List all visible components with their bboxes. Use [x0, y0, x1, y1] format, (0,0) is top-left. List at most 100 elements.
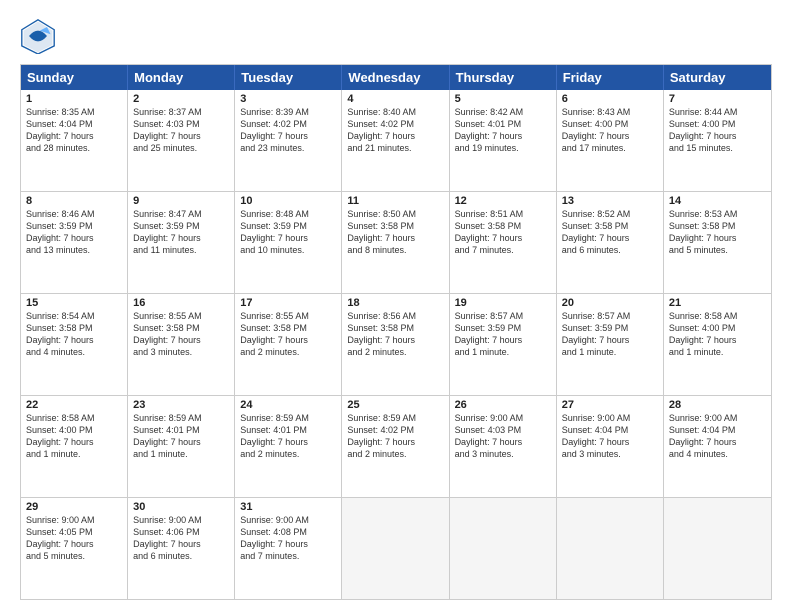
page: SundayMondayTuesdayWednesdayThursdayFrid… — [0, 0, 792, 612]
header — [20, 18, 772, 54]
day-info: Sunrise: 9:00 AM Sunset: 4:03 PM Dayligh… — [455, 412, 551, 461]
day-cell-26: 26Sunrise: 9:00 AM Sunset: 4:03 PM Dayli… — [450, 396, 557, 497]
day-cell-31: 31Sunrise: 9:00 AM Sunset: 4:08 PM Dayli… — [235, 498, 342, 599]
week-row-5: 29Sunrise: 9:00 AM Sunset: 4:05 PM Dayli… — [21, 497, 771, 599]
day-info: Sunrise: 8:55 AM Sunset: 3:58 PM Dayligh… — [133, 310, 229, 359]
week-row-1: 1Sunrise: 8:35 AM Sunset: 4:04 PM Daylig… — [21, 90, 771, 191]
day-info: Sunrise: 9:00 AM Sunset: 4:08 PM Dayligh… — [240, 514, 336, 563]
day-number: 12 — [455, 195, 551, 207]
day-cell-25: 25Sunrise: 8:59 AM Sunset: 4:02 PM Dayli… — [342, 396, 449, 497]
day-number: 1 — [26, 93, 122, 105]
day-number: 4 — [347, 93, 443, 105]
header-day-thursday: Thursday — [450, 65, 557, 90]
empty-cell — [342, 498, 449, 599]
day-cell-30: 30Sunrise: 9:00 AM Sunset: 4:06 PM Dayli… — [128, 498, 235, 599]
day-number: 19 — [455, 297, 551, 309]
day-info: Sunrise: 8:44 AM Sunset: 4:00 PM Dayligh… — [669, 106, 766, 155]
day-number: 27 — [562, 399, 658, 411]
day-info: Sunrise: 8:54 AM Sunset: 3:58 PM Dayligh… — [26, 310, 122, 359]
day-info: Sunrise: 8:55 AM Sunset: 3:58 PM Dayligh… — [240, 310, 336, 359]
logo — [20, 18, 60, 54]
day-cell-14: 14Sunrise: 8:53 AM Sunset: 3:58 PM Dayli… — [664, 192, 771, 293]
day-number: 29 — [26, 501, 122, 513]
day-cell-17: 17Sunrise: 8:55 AM Sunset: 3:58 PM Dayli… — [235, 294, 342, 395]
day-info: Sunrise: 8:47 AM Sunset: 3:59 PM Dayligh… — [133, 208, 229, 257]
day-number: 28 — [669, 399, 766, 411]
day-cell-7: 7Sunrise: 8:44 AM Sunset: 4:00 PM Daylig… — [664, 90, 771, 191]
day-cell-6: 6Sunrise: 8:43 AM Sunset: 4:00 PM Daylig… — [557, 90, 664, 191]
day-number: 22 — [26, 399, 122, 411]
day-info: Sunrise: 8:37 AM Sunset: 4:03 PM Dayligh… — [133, 106, 229, 155]
header-day-wednesday: Wednesday — [342, 65, 449, 90]
header-day-monday: Monday — [128, 65, 235, 90]
day-number: 6 — [562, 93, 658, 105]
day-cell-15: 15Sunrise: 8:54 AM Sunset: 3:58 PM Dayli… — [21, 294, 128, 395]
calendar-header: SundayMondayTuesdayWednesdayThursdayFrid… — [21, 65, 771, 90]
day-number: 2 — [133, 93, 229, 105]
day-cell-5: 5Sunrise: 8:42 AM Sunset: 4:01 PM Daylig… — [450, 90, 557, 191]
day-cell-11: 11Sunrise: 8:50 AM Sunset: 3:58 PM Dayli… — [342, 192, 449, 293]
header-day-tuesday: Tuesday — [235, 65, 342, 90]
day-info: Sunrise: 8:40 AM Sunset: 4:02 PM Dayligh… — [347, 106, 443, 155]
day-number: 14 — [669, 195, 766, 207]
day-info: Sunrise: 8:42 AM Sunset: 4:01 PM Dayligh… — [455, 106, 551, 155]
day-info: Sunrise: 8:48 AM Sunset: 3:59 PM Dayligh… — [240, 208, 336, 257]
day-number: 31 — [240, 501, 336, 513]
day-number: 7 — [669, 93, 766, 105]
week-row-4: 22Sunrise: 8:58 AM Sunset: 4:00 PM Dayli… — [21, 395, 771, 497]
day-cell-27: 27Sunrise: 9:00 AM Sunset: 4:04 PM Dayli… — [557, 396, 664, 497]
day-cell-3: 3Sunrise: 8:39 AM Sunset: 4:02 PM Daylig… — [235, 90, 342, 191]
day-cell-19: 19Sunrise: 8:57 AM Sunset: 3:59 PM Dayli… — [450, 294, 557, 395]
day-number: 17 — [240, 297, 336, 309]
day-info: Sunrise: 8:39 AM Sunset: 4:02 PM Dayligh… — [240, 106, 336, 155]
calendar-body: 1Sunrise: 8:35 AM Sunset: 4:04 PM Daylig… — [21, 90, 771, 599]
day-info: Sunrise: 8:46 AM Sunset: 3:59 PM Dayligh… — [26, 208, 122, 257]
day-cell-12: 12Sunrise: 8:51 AM Sunset: 3:58 PM Dayli… — [450, 192, 557, 293]
day-info: Sunrise: 8:35 AM Sunset: 4:04 PM Dayligh… — [26, 106, 122, 155]
day-number: 9 — [133, 195, 229, 207]
day-cell-10: 10Sunrise: 8:48 AM Sunset: 3:59 PM Dayli… — [235, 192, 342, 293]
day-number: 15 — [26, 297, 122, 309]
day-cell-20: 20Sunrise: 8:57 AM Sunset: 3:59 PM Dayli… — [557, 294, 664, 395]
day-cell-24: 24Sunrise: 8:59 AM Sunset: 4:01 PM Dayli… — [235, 396, 342, 497]
header-day-sunday: Sunday — [21, 65, 128, 90]
day-number: 25 — [347, 399, 443, 411]
day-info: Sunrise: 8:56 AM Sunset: 3:58 PM Dayligh… — [347, 310, 443, 359]
day-info: Sunrise: 9:00 AM Sunset: 4:05 PM Dayligh… — [26, 514, 122, 563]
day-info: Sunrise: 8:50 AM Sunset: 3:58 PM Dayligh… — [347, 208, 443, 257]
day-cell-22: 22Sunrise: 8:58 AM Sunset: 4:00 PM Dayli… — [21, 396, 128, 497]
day-number: 18 — [347, 297, 443, 309]
day-number: 8 — [26, 195, 122, 207]
day-info: Sunrise: 8:57 AM Sunset: 3:59 PM Dayligh… — [455, 310, 551, 359]
day-number: 23 — [133, 399, 229, 411]
empty-cell — [450, 498, 557, 599]
day-cell-8: 8Sunrise: 8:46 AM Sunset: 3:59 PM Daylig… — [21, 192, 128, 293]
day-info: Sunrise: 8:59 AM Sunset: 4:01 PM Dayligh… — [240, 412, 336, 461]
week-row-3: 15Sunrise: 8:54 AM Sunset: 3:58 PM Dayli… — [21, 293, 771, 395]
day-info: Sunrise: 8:43 AM Sunset: 4:00 PM Dayligh… — [562, 106, 658, 155]
empty-cell — [557, 498, 664, 599]
logo-icon — [20, 18, 56, 54]
day-info: Sunrise: 8:57 AM Sunset: 3:59 PM Dayligh… — [562, 310, 658, 359]
day-number: 30 — [133, 501, 229, 513]
day-info: Sunrise: 8:51 AM Sunset: 3:58 PM Dayligh… — [455, 208, 551, 257]
day-cell-29: 29Sunrise: 9:00 AM Sunset: 4:05 PM Dayli… — [21, 498, 128, 599]
empty-cell — [664, 498, 771, 599]
day-info: Sunrise: 9:00 AM Sunset: 4:06 PM Dayligh… — [133, 514, 229, 563]
day-cell-2: 2Sunrise: 8:37 AM Sunset: 4:03 PM Daylig… — [128, 90, 235, 191]
day-cell-28: 28Sunrise: 9:00 AM Sunset: 4:04 PM Dayli… — [664, 396, 771, 497]
day-info: Sunrise: 8:52 AM Sunset: 3:58 PM Dayligh… — [562, 208, 658, 257]
calendar: SundayMondayTuesdayWednesdayThursdayFrid… — [20, 64, 772, 600]
day-cell-4: 4Sunrise: 8:40 AM Sunset: 4:02 PM Daylig… — [342, 90, 449, 191]
day-info: Sunrise: 8:58 AM Sunset: 4:00 PM Dayligh… — [669, 310, 766, 359]
day-number: 11 — [347, 195, 443, 207]
day-number: 20 — [562, 297, 658, 309]
day-number: 13 — [562, 195, 658, 207]
week-row-2: 8Sunrise: 8:46 AM Sunset: 3:59 PM Daylig… — [21, 191, 771, 293]
day-cell-18: 18Sunrise: 8:56 AM Sunset: 3:58 PM Dayli… — [342, 294, 449, 395]
day-cell-1: 1Sunrise: 8:35 AM Sunset: 4:04 PM Daylig… — [21, 90, 128, 191]
day-cell-23: 23Sunrise: 8:59 AM Sunset: 4:01 PM Dayli… — [128, 396, 235, 497]
day-cell-16: 16Sunrise: 8:55 AM Sunset: 3:58 PM Dayli… — [128, 294, 235, 395]
day-number: 24 — [240, 399, 336, 411]
day-number: 21 — [669, 297, 766, 309]
